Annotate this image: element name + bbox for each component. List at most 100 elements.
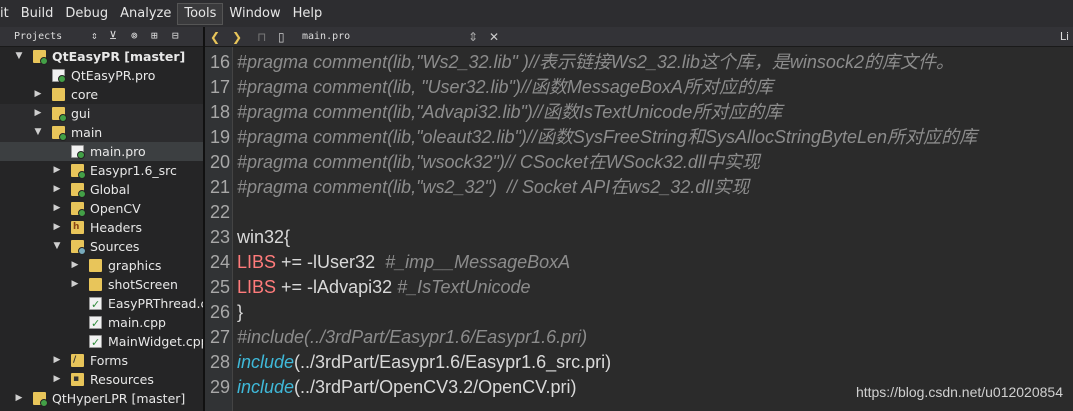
- tree-item[interactable]: ▼ Sources: [0, 237, 203, 256]
- expand-arrow-icon[interactable]: ▶: [33, 85, 43, 104]
- close-document-icon[interactable]: ✕: [489, 28, 499, 46]
- code-token: #_imp__MessageBoxA: [385, 252, 571, 272]
- expand-arrow-icon[interactable]: ▶: [33, 104, 43, 123]
- tree-item-label: Global: [90, 182, 130, 197]
- menu-build[interactable]: Build: [15, 3, 60, 25]
- folder-icon: [89, 278, 102, 291]
- tree-item[interactable]: ✓ main.cpp: [0, 313, 203, 332]
- qt-project-icon: [71, 164, 86, 179]
- expand-arrow-icon[interactable]: ▶: [70, 275, 80, 294]
- tree-item[interactable]: ▼ QtEasyPR [master]: [0, 47, 203, 66]
- collapse-arrow-icon[interactable]: ▼: [52, 237, 62, 256]
- code-editor[interactable]: 16 #pragma comment(lib,"Ws2_32.lib" )//表示…: [205, 47, 1073, 411]
- tree-item-label: Easypr1.6_src: [90, 163, 177, 178]
- tree-item-label: QtEasyPR.pro: [71, 68, 156, 83]
- folder-icon: [52, 88, 65, 101]
- expand-arrow-icon[interactable]: ▶: [52, 351, 62, 370]
- tree-item-label: Headers: [90, 220, 143, 235]
- tree-item[interactable]: ▶ OpenCV: [0, 199, 203, 218]
- tree-item[interactable]: ▼ main: [0, 123, 203, 142]
- code-token: LIBS: [237, 252, 277, 272]
- line-number: 24: [209, 252, 230, 272]
- tree-item-label: Forms: [90, 353, 129, 368]
- tree-item[interactable]: ▶ graphics: [0, 256, 203, 275]
- watermark: https://blog.csdn.net/u012020854: [855, 384, 1063, 400]
- tree-item[interactable]: ▶ core: [0, 85, 203, 104]
- tree-item[interactable]: ▶ shotScreen: [0, 275, 203, 294]
- line-number: 23: [209, 227, 230, 247]
- tree-item[interactable]: ▶ QtHyperLPR [master]: [0, 389, 203, 408]
- code-text: LIBS += -lAdvapi32 #_IsTextUnicode: [237, 275, 531, 300]
- expand-arrow-icon[interactable]: ▶: [70, 256, 80, 275]
- code-text: #pragma comment(lib,"wsock32")// CSocket…: [237, 150, 760, 175]
- menubar: it Build Debug Analyze Tools Window Help: [0, 0, 1073, 27]
- tree-item[interactable]: ▶ Global: [0, 180, 203, 199]
- pro-file-icon: [71, 145, 85, 159]
- lock-icon: ⊓: [257, 30, 267, 44]
- link-icon[interactable]: ⊚: [131, 29, 138, 42]
- code-text: #pragma comment(lib,"Ws2_32.lib" )//表示链接…: [237, 50, 954, 75]
- qt-project-icon: [71, 202, 86, 217]
- collapse-arrow-icon[interactable]: ▼: [14, 47, 24, 66]
- code-token: #pragma comment(lib,"Advapi32.lib")//函数I…: [237, 102, 783, 122]
- expand-arrow-icon[interactable]: ▶: [52, 161, 62, 180]
- line-number: 16: [209, 52, 230, 72]
- tree-item-label: Sources: [90, 239, 140, 254]
- tree-item[interactable]: main.pro: [0, 142, 203, 161]
- tree-item[interactable]: ✓ EasyPRThread.cp: [0, 294, 203, 313]
- menu-help[interactable]: Help: [287, 3, 329, 25]
- tree-item[interactable]: ✓ MainWidget.cpp: [0, 332, 203, 351]
- back-arrow-icon[interactable]: ❮: [210, 28, 220, 46]
- open-document-label[interactable]: main.pro: [302, 28, 350, 46]
- collapse-arrow-icon[interactable]: ▼: [33, 123, 43, 142]
- code-token: += -lUser32: [276, 252, 386, 272]
- expand-arrow-icon[interactable]: ▶: [52, 370, 62, 389]
- tree-item[interactable]: ▶ Easypr1.6_src: [0, 161, 203, 180]
- tree-item[interactable]: ▶ ▪ Resources: [0, 370, 203, 389]
- project-tree: ▼ QtEasyPR [master] QtEasyPR.pro ▶ core ▶ gui ▼…: [0, 47, 203, 408]
- menu-tools[interactable]: Tools: [177, 2, 224, 25]
- tree-item[interactable]: ▶ gui: [0, 104, 203, 123]
- expand-arrow-icon[interactable]: ▶: [14, 389, 24, 408]
- line-number: 18: [209, 102, 230, 122]
- folder-icon: [89, 259, 102, 272]
- qt-project-icon: [52, 107, 67, 122]
- menu-window[interactable]: Window: [223, 3, 286, 25]
- sources-folder-icon: [71, 240, 86, 255]
- code-token: (../3rdPart/OpenCV3.2/OpenCV.pri): [294, 377, 577, 397]
- filter-icon[interactable]: ⊻: [109, 29, 117, 42]
- cpp-file-icon: ✓: [89, 335, 102, 349]
- tree-item[interactable]: ▶ / Forms: [0, 351, 203, 370]
- code-text: #pragma comment(lib,"Advapi32.lib")//函数I…: [237, 100, 782, 125]
- expand-arrow-icon[interactable]: ▶: [52, 199, 62, 218]
- editor-toolbar: ❮ ❯ ⊓ ▯ main.pro ⇕ ✕ Li: [205, 27, 1073, 47]
- menu-analyze[interactable]: Analyze: [114, 3, 177, 25]
- menu-it[interactable]: it: [0, 3, 15, 25]
- document-dropdown-icon[interactable]: ⇕: [468, 28, 478, 46]
- line-number: 17: [209, 77, 230, 97]
- menu-debug[interactable]: Debug: [59, 3, 114, 25]
- projects-title[interactable]: Projects: [14, 31, 62, 42]
- tree-item[interactable]: QtEasyPR.pro: [0, 66, 203, 85]
- code-token: win32{: [237, 227, 291, 247]
- pro-file-icon: ▯: [278, 30, 285, 44]
- tree-item-label: shotScreen: [108, 277, 178, 292]
- qt-project-icon: [33, 50, 48, 65]
- line-number: 20: [209, 152, 230, 172]
- qt-project-icon: [71, 183, 86, 198]
- code-token: include: [237, 377, 295, 397]
- tree-item-label: gui: [71, 106, 91, 121]
- code-token: #pragma comment(lib,"oleaut32.lib")//函数S…: [237, 127, 978, 147]
- code-token: #pragma comment(lib, "User32.lib")//函数Me…: [237, 77, 773, 97]
- code-token: #_IsTextUnicode: [397, 277, 531, 297]
- tree-item[interactable]: ▶ h Headers: [0, 218, 203, 237]
- forward-arrow-icon[interactable]: ❯: [232, 28, 242, 46]
- code-token: #pragma comment(lib,"Ws2_32.lib" )//表示链接…: [237, 52, 954, 72]
- forms-folder-icon: /: [71, 354, 84, 367]
- expand-arrow-icon[interactable]: ▶: [52, 218, 62, 237]
- close-pane-icon[interactable]: ⊟: [172, 29, 179, 42]
- sort-arrows-icon[interactable]: ⇕: [91, 29, 98, 42]
- expand-arrow-icon[interactable]: ▶: [52, 180, 62, 199]
- cpp-file-icon: ✓: [89, 297, 102, 311]
- split-icon[interactable]: ⊞: [151, 29, 158, 42]
